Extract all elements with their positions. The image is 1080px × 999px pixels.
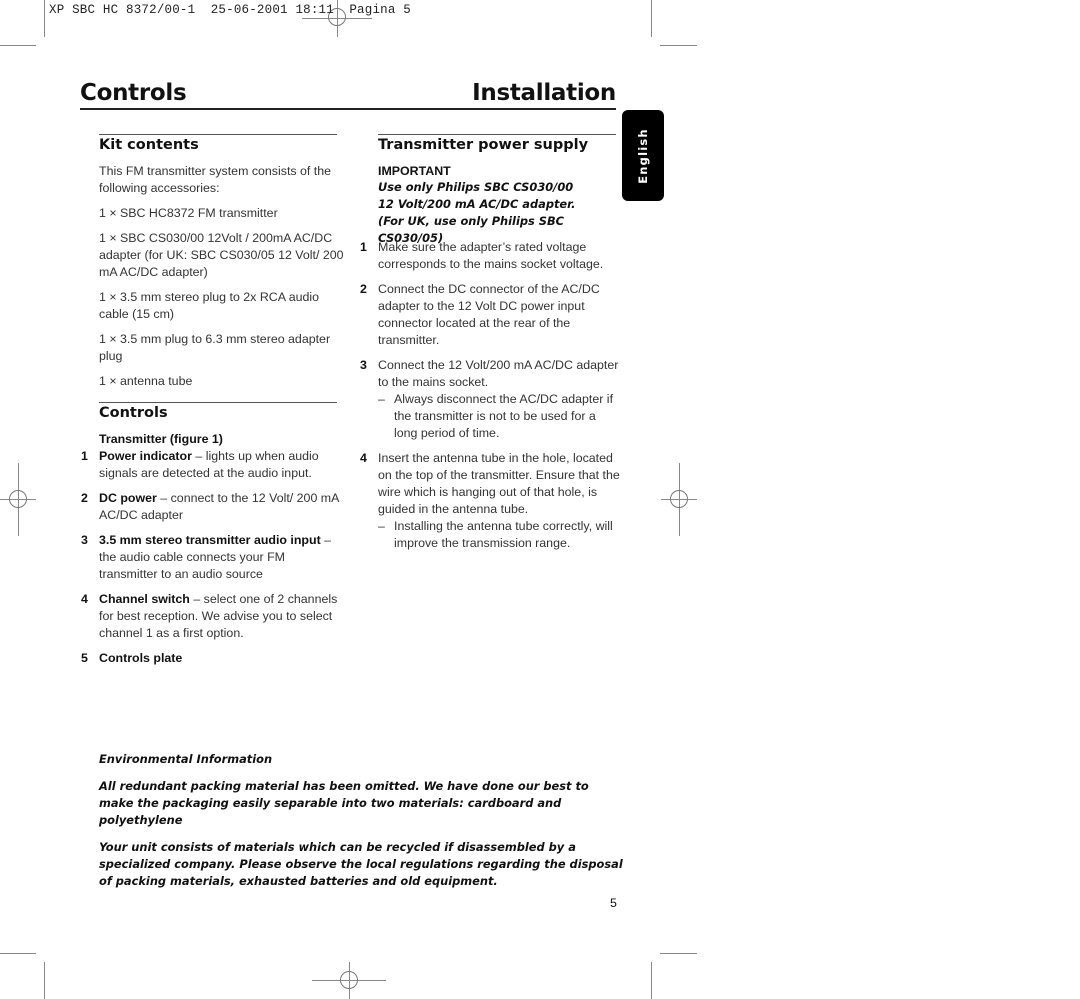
important-notice: IMPORTANT Use only Philips SBC CS030/00 … (378, 163, 628, 247)
environmental-paragraph: All redundant packing material has been … (99, 779, 589, 827)
kit-item: 1 × SBC CS030/00 12Volt / 200mA AC/DC ad… (99, 231, 344, 279)
crop-mark (0, 953, 36, 954)
language-tab: English (622, 110, 664, 201)
crop-mark (44, 0, 45, 37)
controls-list-item: 3 3.5 mm stereo transmitter audio input –… (81, 533, 332, 581)
crop-mark (660, 45, 697, 46)
environmental-heading: Environmental Information (99, 752, 273, 766)
kit-item: 1 × 3.5 mm stereo plug to 2x RCA audio c… (99, 290, 320, 321)
page-title-left: Controls (80, 80, 187, 106)
kit-contents-heading: Kit contents (99, 137, 199, 153)
controls-list-item: 1 Power indicator – lights up when audio … (81, 449, 319, 480)
controls-list-item: 4 Channel switch – select one of 2 channe… (81, 592, 338, 640)
controls-list-item: 2 DC power – connect to the 12 Volt/ 200 … (81, 491, 339, 522)
kit-contents-intro: This FM transmitter system consists of t… (99, 164, 332, 195)
important-line: 12 Volt/200 mA AC/DC adapter. (378, 197, 576, 211)
install-step: 2 Connect the DC connector of the AC/DC a… (360, 282, 600, 347)
print-slug: XP SBC HC 8372/00-1 25-06-2001 18:11 Pag… (49, 3, 411, 17)
kit-contents-section: This FM transmitter system consists of t… (99, 163, 344, 390)
crop-mark (651, 962, 652, 999)
crop-mark (651, 0, 652, 37)
controls-heading: Controls (99, 405, 168, 421)
crop-mark (0, 45, 36, 46)
section-rule (99, 402, 337, 403)
controls-subheading: Transmitter (figure 1) (99, 432, 223, 446)
install-step: 4 Insert the antenna tube in the hole, lo… (360, 451, 620, 550)
crop-mark (660, 953, 697, 954)
install-step: 3 Connect the 12 Volt/200 mA AC/DC adapte… (360, 358, 619, 440)
important-label: IMPORTANT (378, 164, 451, 178)
section-rule (99, 134, 337, 135)
crop-mark (44, 962, 45, 999)
install-step-note: – Always disconnect the AC/DC adapter if … (378, 392, 614, 440)
install-step: 1 Make sure the adapter’s rated voltage c… (360, 240, 604, 271)
install-step-note: – Installing the antenna tube correctly, … (378, 519, 613, 550)
environmental-section: Environmental Information All redundant … (99, 751, 624, 890)
environmental-paragraph: Your unit consists of materials which ca… (99, 840, 623, 888)
controls-list: 1 Power indicator – lights up when audio … (81, 448, 344, 667)
page-number: 5 (610, 896, 617, 910)
controls-list-item: 5 Controls plate (81, 651, 183, 665)
page-title-right: Installation (472, 80, 616, 106)
kit-item: 1 × SBC HC8372 FM transmitter (99, 206, 278, 220)
power-supply-steps: 1 Make sure the adapter’s rated voltage c… (360, 239, 620, 552)
header-rule (80, 108, 616, 110)
section-rule (378, 134, 616, 135)
kit-item: 1 × antenna tube (99, 374, 193, 388)
important-line: Use only Philips SBC CS030/00 (378, 180, 574, 194)
language-tab-label: English (636, 127, 650, 184)
kit-item: 1 × 3.5 mm plug to 6.3 mm stereo adapter… (99, 332, 331, 363)
power-supply-heading: Transmitter power supply (378, 137, 589, 153)
